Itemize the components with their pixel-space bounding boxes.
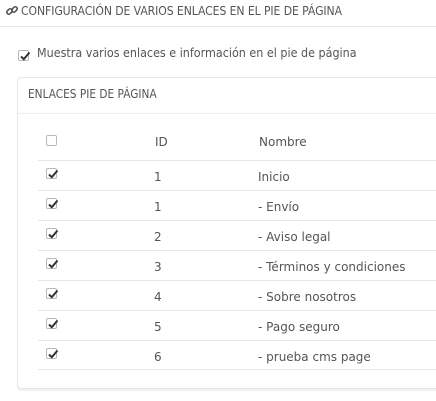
row-id: 5	[154, 320, 162, 334]
row-id: 4	[154, 290, 162, 304]
table-row[interactable]: 3 - Términos y condiciones	[38, 250, 436, 280]
panel-heading: ENLACES PIE DE PÁGINA	[28, 87, 157, 101]
table-row[interactable]: 1 Inicio	[38, 160, 436, 190]
table-row[interactable]: 2 - Aviso legal	[38, 220, 436, 250]
column-header-id: ID	[155, 135, 168, 149]
row-id: 3	[154, 260, 162, 274]
section-header: CONFIGURACIÓN DE VARIOS ENLACES EN EL PI…	[0, 0, 436, 27]
table-row[interactable]: 5 - Pago seguro	[38, 310, 436, 340]
row-checkbox[interactable]	[46, 318, 59, 329]
row-name: - Aviso legal	[258, 230, 331, 244]
row-id: 6	[154, 350, 162, 364]
row-name: - Sobre nosotros	[258, 290, 357, 304]
checkmark-icon	[48, 349, 59, 359]
panel-divider	[18, 113, 436, 114]
row-checkbox[interactable]	[46, 228, 59, 239]
show-links-label[interactable]: Muestra varios enlaces e información en …	[37, 46, 357, 60]
row-id: 1	[154, 170, 162, 184]
show-links-checkbox[interactable]	[18, 50, 31, 61]
row-checkbox[interactable]	[46, 348, 59, 359]
checkmark-icon	[48, 169, 59, 179]
table-row[interactable]: 4 - Sobre nosotros	[38, 280, 436, 310]
section-title: CONFIGURACIÓN DE VARIOS ENLACES EN EL PI…	[21, 3, 342, 18]
select-all-checkbox[interactable]	[46, 135, 57, 146]
checkmark-icon	[20, 51, 31, 61]
row-name: - prueba cms page	[258, 350, 371, 364]
row-id: 2	[154, 230, 162, 244]
column-header-name: Nombre	[259, 135, 307, 149]
row-name: - Envío	[258, 200, 300, 214]
row-checkbox[interactable]	[46, 258, 59, 269]
row-checkbox[interactable]	[46, 288, 59, 299]
table-row[interactable]: 6 - prueba cms page	[38, 340, 436, 370]
checkmark-icon	[48, 199, 59, 209]
row-checkbox[interactable]	[46, 168, 59, 179]
link-icon	[5, 5, 19, 16]
row-name: Inicio	[258, 170, 290, 184]
row-checkbox[interactable]	[46, 198, 59, 209]
row-id: 1	[154, 200, 162, 214]
checkmark-icon	[48, 229, 59, 239]
table-row[interactable]: 1 - Envío	[38, 190, 436, 220]
checkmark-icon	[48, 259, 59, 269]
checkmark-icon	[48, 319, 59, 329]
row-name: - Pago seguro	[258, 320, 340, 334]
checkmark-icon	[48, 289, 59, 299]
row-name: - Términos y condiciones	[258, 260, 406, 274]
